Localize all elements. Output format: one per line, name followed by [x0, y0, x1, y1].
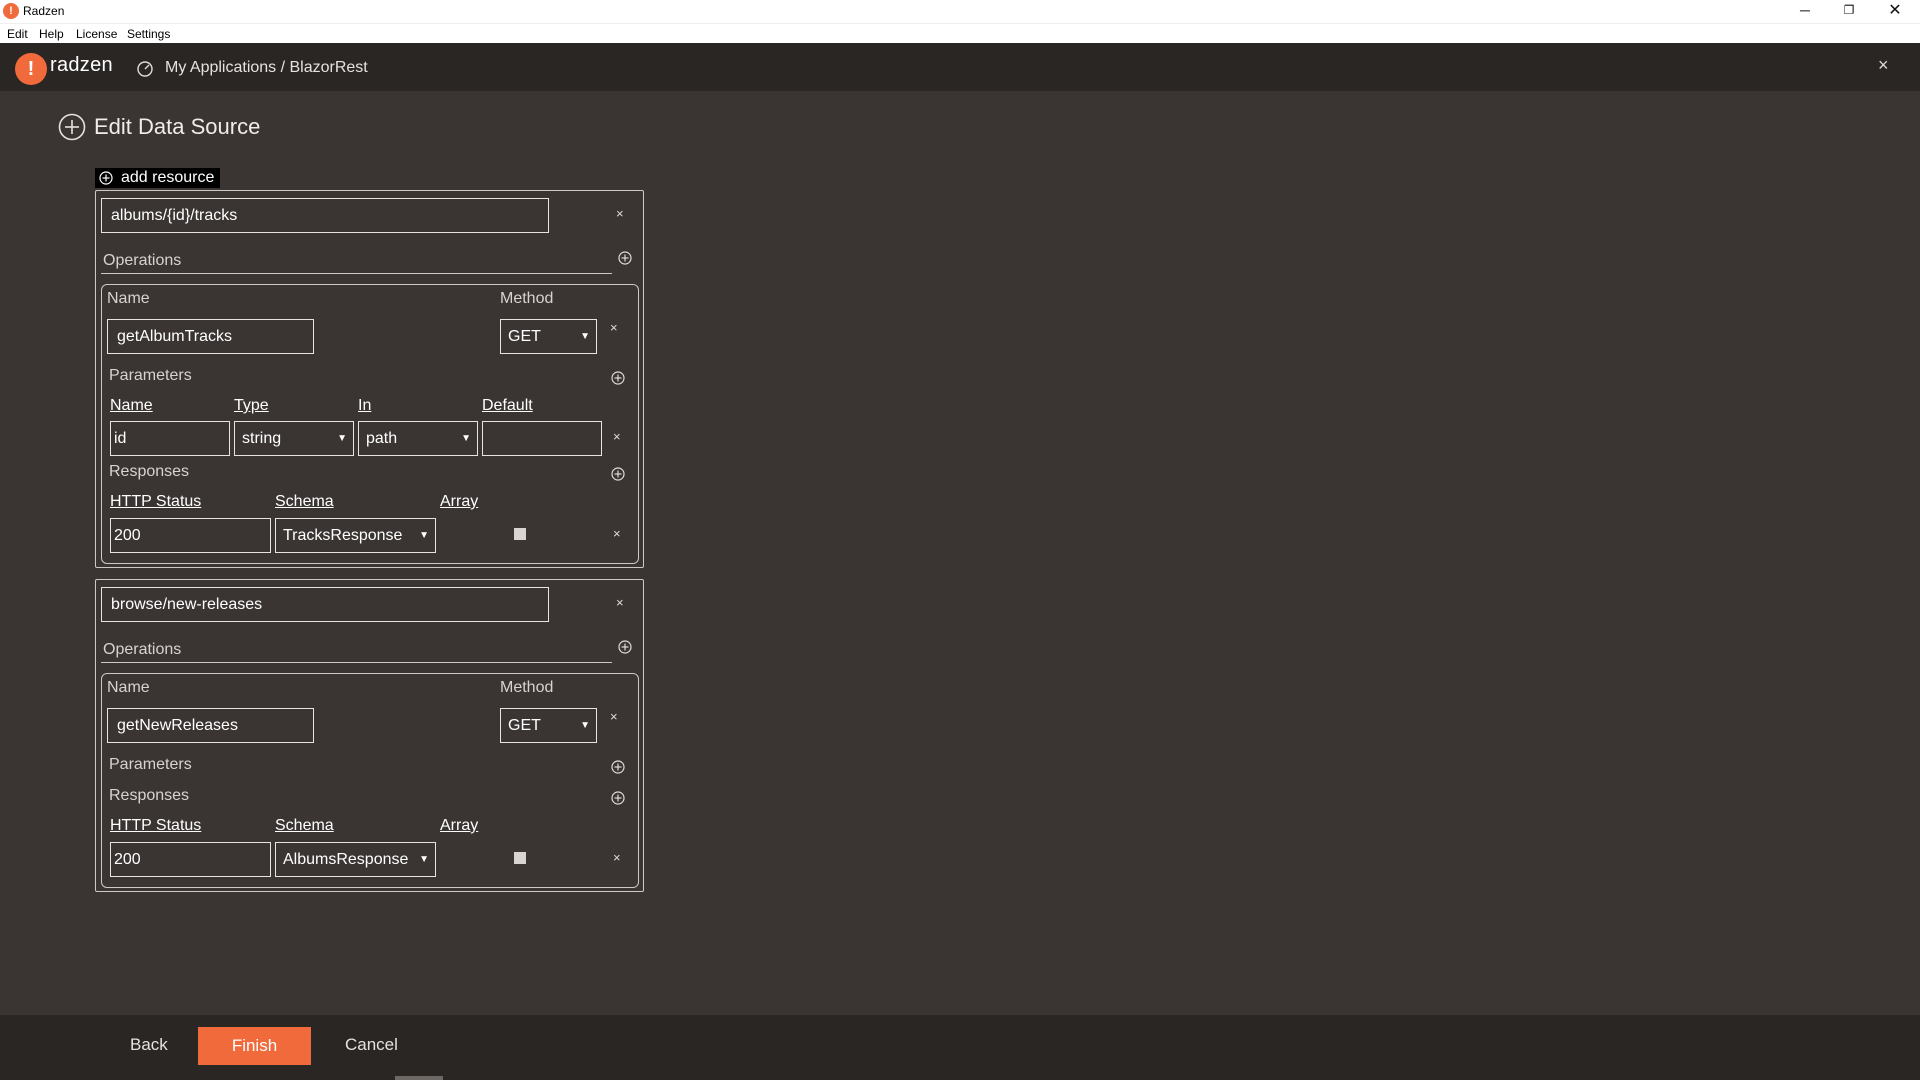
add-resource-button[interactable]: add resource	[95, 168, 221, 188]
method-value: GET	[508, 717, 541, 734]
menu-item-help[interactable]: Help	[39, 27, 64, 41]
param-type-header: Type	[234, 397, 269, 414]
schema-select[interactable]: TracksResponse ▼	[275, 518, 436, 553]
operation-name-input[interactable]: getNewReleases	[107, 708, 314, 743]
remove-resource-icon[interactable]: ×	[616, 206, 624, 221]
operations-divider	[101, 662, 612, 663]
method-value: GET	[508, 328, 541, 345]
param-name-header: Name	[110, 397, 153, 414]
add-response-icon[interactable]	[611, 467, 625, 481]
array-header: Array	[440, 817, 479, 834]
chevron-down-icon: ▼	[419, 854, 429, 865]
cancel-button[interactable]: Cancel	[345, 1035, 398, 1055]
add-parameter-icon[interactable]	[611, 760, 625, 774]
menu-item-license[interactable]: License	[76, 27, 117, 41]
back-button[interactable]: Back	[130, 1035, 168, 1055]
chevron-down-icon: ▼	[580, 331, 590, 342]
param-in-header: In	[358, 397, 372, 414]
remove-resource-icon[interactable]: ×	[616, 595, 624, 610]
remove-parameter-icon[interactable]: ×	[613, 429, 621, 444]
remove-operation-icon[interactable]: ×	[610, 320, 618, 335]
schema-header: Schema	[275, 817, 334, 834]
menu-item-settings[interactable]: Settings	[127, 27, 170, 41]
resource-path-input[interactable]: browse/new-releases	[101, 587, 549, 622]
page-heading: Edit Data Source	[58, 112, 260, 142]
param-default-header: Default	[482, 397, 533, 414]
schema-header: Schema	[275, 493, 334, 510]
window-title-bar: ! Radzen ─ ❐ ✕	[0, 0, 1920, 23]
param-type-value: string	[242, 430, 282, 447]
window-title: Radzen	[23, 4, 65, 18]
chevron-down-icon: ▼	[580, 720, 590, 731]
close-icon[interactable]: ×	[1878, 55, 1889, 76]
method-select[interactable]: GET ▼	[500, 319, 597, 354]
param-in-select[interactable]: path ▼	[358, 421, 478, 456]
array-header: Array	[440, 493, 479, 510]
operation-name-label: Name	[107, 679, 150, 696]
remove-response-icon[interactable]: ×	[613, 526, 621, 541]
radzen-logo-icon: !	[15, 53, 47, 85]
breadcrumb[interactable]: My Applications / BlazorRest	[165, 59, 368, 77]
finish-button[interactable]: Finish	[198, 1027, 311, 1065]
close-window-icon[interactable]: ✕	[1872, 0, 1918, 23]
chevron-down-icon: ▼	[461, 433, 471, 444]
add-operation-icon[interactable]	[618, 251, 632, 265]
param-type-select[interactable]: string ▼	[234, 421, 354, 456]
http-status-header: HTTP Status	[110, 493, 202, 510]
parameters-label: Parameters	[109, 367, 192, 384]
param-default-input[interactable]	[482, 421, 602, 456]
add-resource-label: add resource	[121, 169, 215, 186]
operations-divider	[101, 273, 612, 274]
resource-path-input[interactable]: albums/{id}/tracks	[101, 198, 549, 233]
array-checkbox[interactable]	[514, 528, 526, 540]
method-label: Method	[500, 679, 554, 696]
radzen-logo-text: radzen	[50, 54, 113, 76]
menu-bar: Edit Help License Settings	[0, 23, 1920, 43]
array-checkbox[interactable]	[514, 852, 526, 864]
http-status-input[interactable]: 200	[110, 518, 271, 553]
param-in-value: path	[366, 430, 398, 447]
method-label: Method	[500, 290, 554, 307]
menu-item-edit[interactable]: Edit	[7, 27, 28, 41]
chevron-down-icon: ▼	[419, 530, 429, 541]
app-header: ! radzen My Applications / BlazorRest ×	[0, 43, 1920, 91]
responses-label: Responses	[109, 463, 190, 480]
http-status-header: HTTP Status	[110, 817, 202, 834]
plus-circle-icon	[99, 171, 113, 185]
chevron-down-icon: ▼	[337, 433, 347, 444]
operations-label: Operations	[103, 252, 182, 269]
http-status-input[interactable]: 200	[110, 842, 271, 877]
responses-label: Responses	[109, 787, 190, 804]
add-parameter-icon[interactable]	[611, 371, 625, 385]
operations-label: Operations	[103, 641, 182, 658]
schema-value: AlbumsResponse	[283, 851, 409, 868]
method-select[interactable]: GET ▼	[500, 708, 597, 743]
add-circle-icon	[58, 113, 86, 141]
page-title: Edit Data Source	[94, 114, 261, 139]
operation-name-label: Name	[107, 290, 150, 307]
dashboard-icon[interactable]	[136, 59, 154, 77]
param-name-input[interactable]: id	[110, 421, 230, 456]
parameters-label: Parameters	[109, 756, 192, 773]
restore-icon[interactable]: ❐	[1826, 0, 1872, 23]
remove-response-icon[interactable]: ×	[613, 850, 621, 865]
scrollbar-thumb[interactable]	[395, 1076, 443, 1080]
schema-value: TracksResponse	[283, 527, 403, 544]
remove-operation-icon[interactable]: ×	[610, 709, 618, 724]
add-response-icon[interactable]	[611, 791, 625, 805]
add-operation-icon[interactable]	[618, 640, 632, 654]
minimize-icon[interactable]: ─	[1782, 0, 1828, 23]
radzen-app-icon: !	[3, 3, 19, 19]
schema-select[interactable]: AlbumsResponse ▼	[275, 842, 436, 877]
operation-name-input[interactable]: getAlbumTracks	[107, 319, 314, 354]
